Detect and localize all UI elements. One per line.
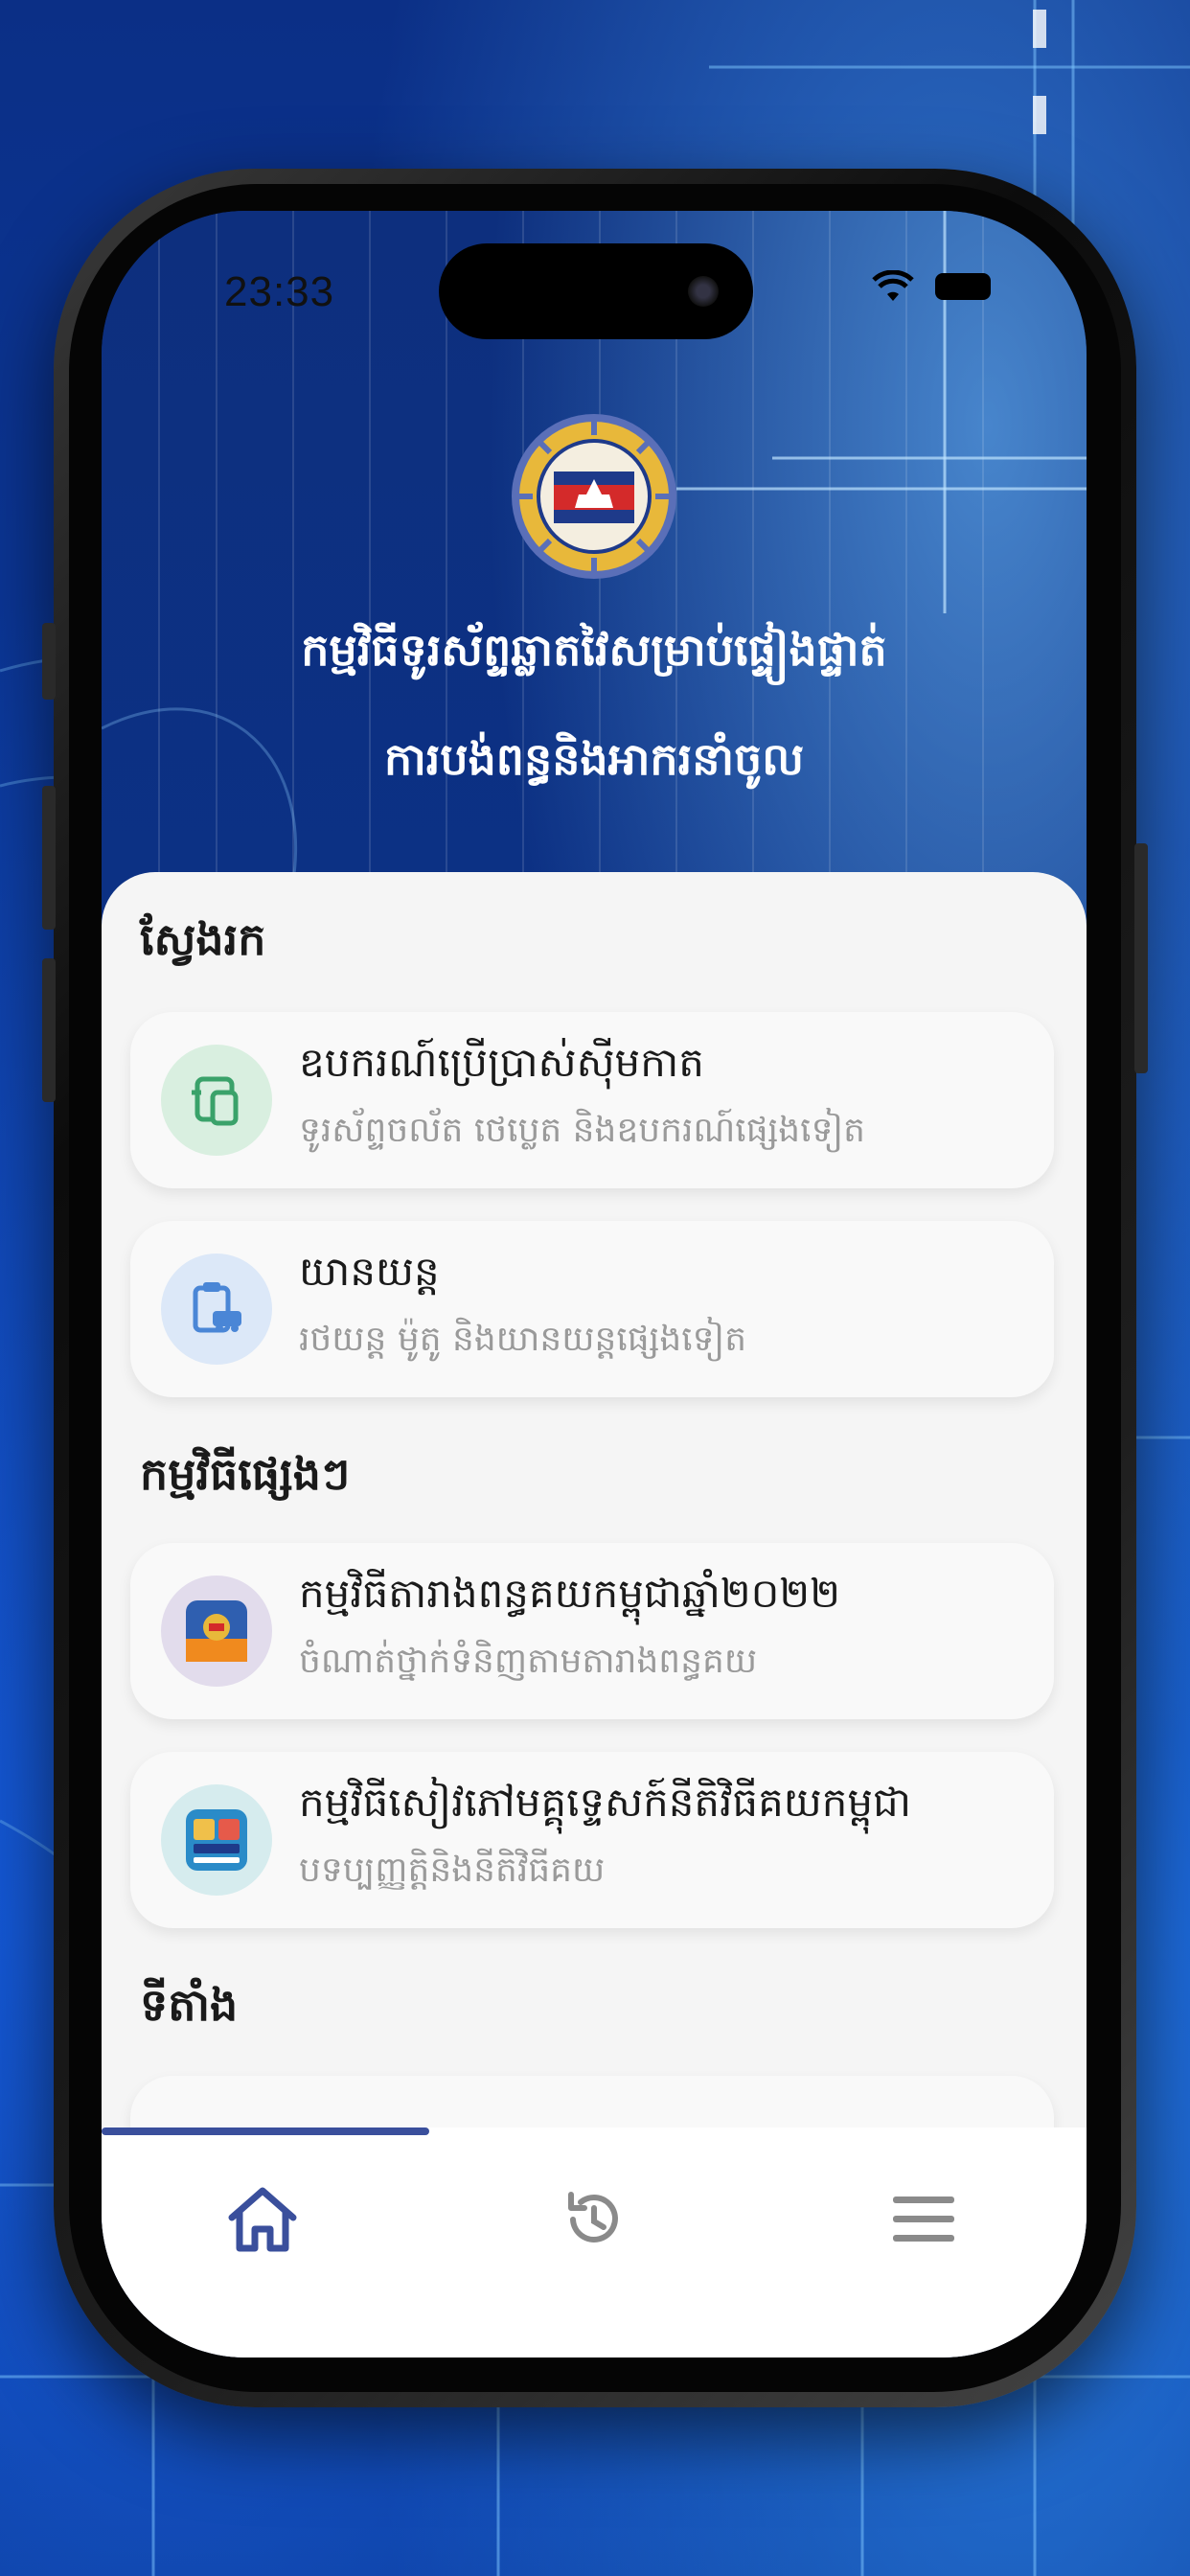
vehicle-clipboard-icon xyxy=(161,1254,272,1365)
card-tariff-app[interactable]: កម្មវិធីតារាងពន្ធគយកម្ពុជាឆ្នាំ២០២២ ចំណា… xyxy=(130,1543,1054,1719)
card-title: កម្មវិធីតារាងពន្ធគយកម្ពុជាឆ្នាំ២០២២ xyxy=(299,1570,840,1617)
volume-up-button xyxy=(42,786,56,930)
status-time: 23:33 xyxy=(224,268,335,315)
card-title: ឧបករណ៍ប្រើប្រាស់ស៊ីមកាត xyxy=(299,1039,704,1086)
card-vehicles[interactable]: យានយន្ត រថយន្ត ម៉ូតូ និងយានយន្តផ្សេងទៀត xyxy=(130,1221,1054,1397)
section-title-other-apps: កម្មវិធីផ្សេងៗ xyxy=(140,1448,351,1500)
card-subtitle: បទប្បញ្ញត្តិនិងនីតិវិធីគយ xyxy=(299,1851,606,1890)
tariff-app-icon xyxy=(161,1576,272,1687)
power-button xyxy=(1134,843,1148,1073)
history-icon xyxy=(568,2192,618,2242)
battery-icon xyxy=(935,273,991,300)
tab-active-indicator xyxy=(102,2128,429,2135)
card-subtitle: រថយន្ត ម៉ូតូ និងយានយន្តផ្សេងទៀត xyxy=(299,1320,747,1359)
card-subtitle: ទូរស័ព្ទចល័ត ថេប្លេត និងឧបករណ៍ផ្សេងទៀត xyxy=(299,1111,866,1150)
camera-icon xyxy=(688,276,719,307)
app-title-line1: កម្មវិធីទូរស័ព្ទឆ្លាតវៃសម្រាប់ផ្ទៀងផ្ទាត… xyxy=(301,624,887,676)
bottom-tab-bar xyxy=(102,2128,1087,2358)
tab-home[interactable] xyxy=(205,2162,320,2277)
volume-down-button xyxy=(42,958,56,1102)
dynamic-island xyxy=(439,243,753,339)
menu-icon xyxy=(893,2196,954,2242)
card-sim-devices[interactable]: ឧបករណ៍ប្រើប្រាស់ស៊ីមកាត ទូរស័ព្ទចល័ត ថេប… xyxy=(130,1012,1054,1188)
section-title-search: ស្វែងរក xyxy=(140,913,266,965)
app-title-line2: ការបង់ពន្ធនិងអាករនាំចូល xyxy=(384,733,804,785)
card-title: កម្មវិធីសៀវភៅមគ្គុទ្ទេសក៍នីតិវិធីគយកម្ពុ… xyxy=(299,1779,912,1826)
card-title: យានយន្ត xyxy=(299,1248,440,1295)
devices-icon xyxy=(161,1045,272,1156)
card-procedures-app[interactable]: កម្មវិធីសៀវភៅមគ្គុទ្ទេសក៍នីតិវិធីគយកម្ពុ… xyxy=(130,1752,1054,1928)
customs-logo xyxy=(510,412,678,581)
card-subtitle: ចំណាត់ថ្នាក់ទំនិញតាមតារាងពន្ធគយ xyxy=(299,1642,758,1681)
app-screen: 23:33 កម្មវិធីទូរស័ព្ទឆ្លាតវៃសម្រាប់ផ្ទៀ… xyxy=(102,211,1087,2358)
home-icon xyxy=(228,2187,297,2252)
mute-switch xyxy=(42,623,56,700)
wifi-icon xyxy=(872,270,914,301)
status-indicators xyxy=(872,270,991,303)
tab-menu[interactable] xyxy=(866,2162,981,2277)
section-title-location: ទីតាំង xyxy=(140,1979,239,2031)
procedures-app-icon xyxy=(161,1784,272,1896)
tab-history[interactable] xyxy=(537,2162,652,2277)
